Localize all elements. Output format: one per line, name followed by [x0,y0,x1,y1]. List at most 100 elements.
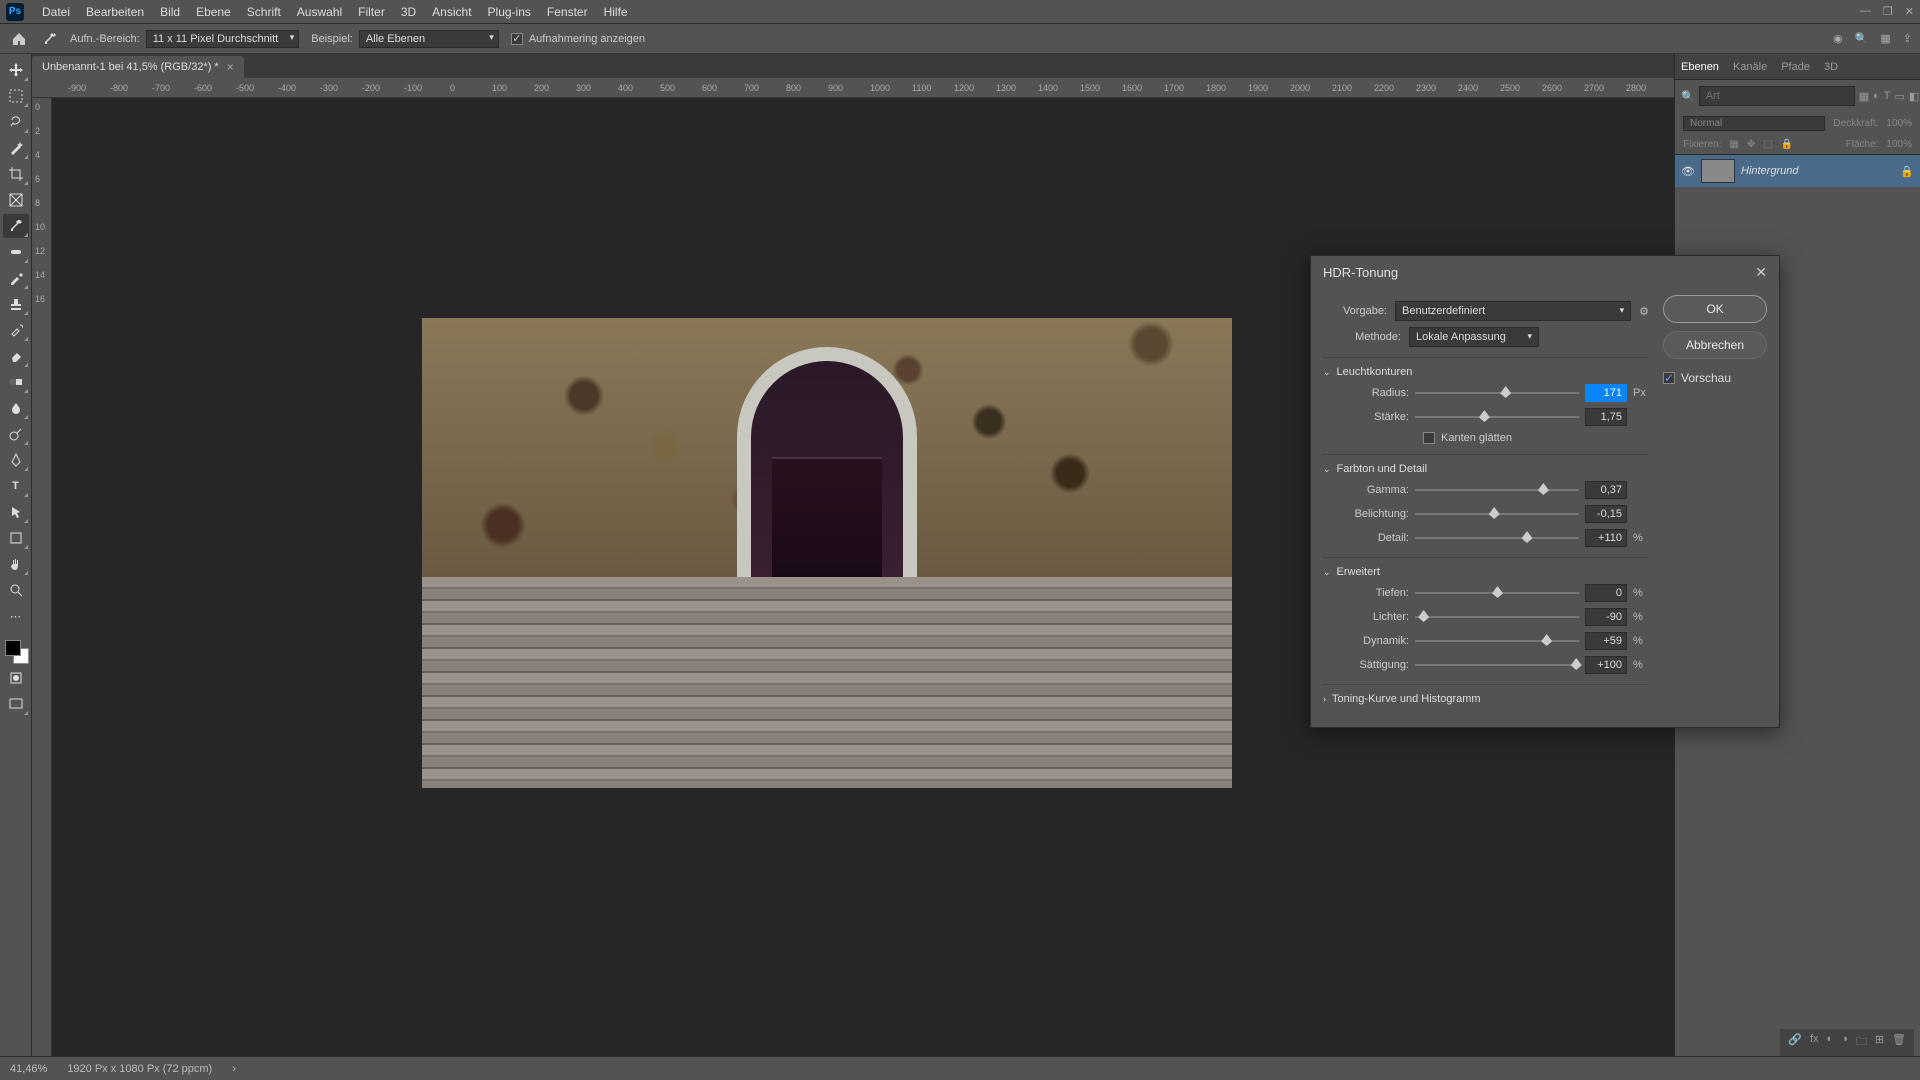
eyedropper-icon[interactable] [42,31,58,47]
layer-mask-icon[interactable]: ◐ [1827,1033,1834,1052]
section-curve[interactable]: ›Toning-Kurve und Histogramm [1323,693,1649,705]
document-close-icon[interactable]: × [227,60,234,74]
ok-button[interactable]: OK [1663,295,1767,323]
fill-value[interactable]: 100% [1886,139,1912,150]
screenmode-icon[interactable] [3,692,29,716]
document-tab[interactable]: Unbenannt-1 bei 41,5% (RGB/32*) * × [32,56,244,78]
frame-tool[interactable] [3,188,29,212]
path-select-tool[interactable] [3,500,29,524]
lock-position-icon[interactable]: ✥ [1747,139,1755,150]
dodge-tool[interactable] [3,422,29,446]
menu-file[interactable]: Datei [34,5,78,19]
quickmask-icon[interactable] [3,666,29,690]
sample-size-dropdown[interactable]: 11 x 11 Pixel Durchschnitt [146,30,300,48]
saturation-value[interactable]: +100 [1585,656,1627,674]
blur-tool[interactable] [3,396,29,420]
menu-image[interactable]: Bild [152,5,188,19]
detail-value[interactable]: +110 [1585,529,1627,547]
highlight-slider[interactable] [1415,610,1579,624]
lock-artboard-icon[interactable]: ⬚ [1763,139,1772,150]
opacity-value[interactable]: 100% [1886,118,1912,129]
menu-select[interactable]: Auswahl [289,5,350,19]
color-swatches[interactable] [3,638,29,664]
strength-slider[interactable] [1415,410,1579,424]
filter-smart-icon[interactable]: ◧ [1909,90,1919,103]
tab-3d[interactable]: 3D [1824,61,1838,73]
menu-3d[interactable]: 3D [393,5,424,19]
layer-filter-input[interactable] [1699,86,1855,106]
preset-dropdown[interactable]: Benutzerdefiniert [1395,301,1631,321]
eraser-tool[interactable] [3,344,29,368]
shadow-value[interactable]: 0 [1585,584,1627,602]
cloud-icon[interactable]: ◉ [1833,32,1843,45]
menu-layer[interactable]: Ebene [188,5,239,19]
menu-filter[interactable]: Filter [350,5,393,19]
wand-tool[interactable] [3,136,29,160]
dialog-close-icon[interactable]: ✕ [1755,264,1767,281]
gamma-slider[interactable] [1415,483,1579,497]
foreground-color[interactable] [5,640,21,656]
status-caret-icon[interactable]: › [232,1063,236,1075]
stamp-tool[interactable] [3,292,29,316]
preset-gear-icon[interactable]: ⚙ [1639,305,1649,318]
heal-tool[interactable] [3,240,29,264]
pen-tool[interactable] [3,448,29,472]
blend-mode-dropdown[interactable]: Normal [1683,116,1825,131]
zoom-value[interactable]: 41,46% [10,1063,47,1075]
menu-window[interactable]: Fenster [539,5,596,19]
filter-pixel-icon[interactable]: ▦ [1859,90,1869,103]
lasso-tool[interactable] [3,110,29,134]
layer-lock-icon[interactable]: 🔒 [1900,165,1914,178]
radius-value[interactable]: 171 [1585,384,1627,402]
layer-fx-icon[interactable]: fx [1810,1033,1819,1052]
eyedropper-tool[interactable] [3,214,29,238]
history-brush-tool[interactable] [3,318,29,342]
filter-shape-icon[interactable]: ▭ [1895,90,1905,103]
exposure-slider[interactable] [1415,507,1579,521]
search-icon[interactable]: 🔍 [1855,32,1869,45]
home-icon[interactable] [8,28,30,50]
gradient-tool[interactable] [3,370,29,394]
detail-slider[interactable] [1415,531,1579,545]
layer-visibility-icon[interactable]: 👁 [1681,165,1695,178]
workspace-icon[interactable]: ▦ [1880,32,1890,45]
layer-name[interactable]: Hintergrund [1741,165,1798,177]
hand-tool[interactable] [3,552,29,576]
radius-slider[interactable] [1415,386,1579,400]
marquee-tool[interactable] [3,84,29,108]
type-tool[interactable]: T [3,474,29,498]
smooth-edges-checkbox[interactable] [1423,432,1435,444]
menu-edit[interactable]: Bearbeiten [78,5,152,19]
saturation-slider[interactable] [1415,658,1579,672]
new-layer-icon[interactable]: ⊞ [1875,1033,1884,1052]
layer-thumbnail[interactable] [1701,159,1735,183]
delete-layer-icon[interactable]: 🗑 [1892,1033,1906,1052]
sample-layers-dropdown[interactable]: Alle Ebenen [359,30,499,48]
zoom-tool[interactable] [3,578,29,602]
lock-pixels-icon[interactable]: ▦ [1729,139,1738,150]
menu-type[interactable]: Schrift [239,5,289,19]
menu-view[interactable]: Ansicht [424,5,479,19]
filter-type-icon[interactable]: T [1884,90,1891,103]
window-close-icon[interactable]: ✕ [1905,5,1914,18]
brush-tool[interactable] [3,266,29,290]
filter-adjust-icon[interactable]: ◐ [1873,90,1880,103]
preview-checkbox[interactable]: ✓ [1663,372,1675,384]
window-minimize-icon[interactable]: — [1860,5,1871,18]
strength-value[interactable]: 1,75 [1585,408,1627,426]
menu-plugins[interactable]: Plug-ins [480,5,539,19]
adjustment-layer-icon[interactable]: ◑ [1841,1033,1848,1052]
edit-toolbar[interactable]: ⋯ [3,604,29,628]
tab-channels[interactable]: Kanäle [1733,61,1767,73]
menu-help[interactable]: Hilfe [596,5,636,19]
layer-row[interactable]: 👁 Hintergrund 🔒 [1675,155,1920,187]
cancel-button[interactable]: Abbrechen [1663,331,1767,359]
move-tool[interactable] [3,58,29,82]
section-tone-detail[interactable]: ⌄Farbton und Detail [1323,463,1649,475]
tab-layers[interactable]: Ebenen [1681,61,1719,73]
shape-tool[interactable] [3,526,29,550]
lock-all-icon[interactable]: 🔒 [1781,139,1793,150]
tab-paths[interactable]: Pfade [1781,61,1810,73]
highlight-value[interactable]: -90 [1585,608,1627,626]
vibrance-slider[interactable] [1415,634,1579,648]
